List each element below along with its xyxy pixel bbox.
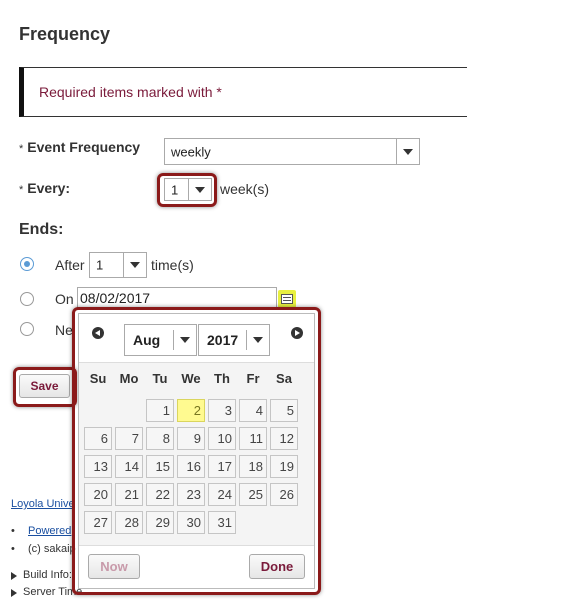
every-select[interactable]: 1 [164, 178, 212, 201]
calendar-day[interactable]: 16 [177, 455, 205, 478]
calendar-day[interactable]: 25 [239, 483, 267, 506]
expand-triangle-icon[interactable] [11, 589, 17, 597]
calendar-day[interactable]: 13 [84, 455, 112, 478]
calendar-icon[interactable] [278, 290, 296, 308]
done-button[interactable]: Done [249, 554, 305, 579]
ends-label: Ends: [19, 221, 64, 238]
weekday-header: Fr [246, 371, 260, 386]
institution-link[interactable]: Loyola Unive [11, 498, 75, 510]
every-value: 1 [171, 182, 179, 197]
calendar-day[interactable]: 8 [146, 427, 174, 450]
calendar-day[interactable]: 12 [270, 427, 298, 450]
calendar-day[interactable]: 15 [146, 455, 174, 478]
calendar-day[interactable]: 18 [239, 455, 267, 478]
every-unit: week(s) [220, 181, 270, 197]
calendar-day[interactable]: 11 [239, 427, 267, 450]
weekday-header: Mo [119, 371, 139, 386]
required-star: * [19, 184, 24, 196]
calendar-day[interactable]: 5 [270, 399, 298, 422]
next-month-icon[interactable] [291, 327, 303, 339]
chevron-down-icon [173, 330, 196, 350]
weekday-header: Th [214, 371, 230, 386]
calendar-day[interactable]: 21 [115, 483, 143, 506]
calendar-day[interactable]: 4 [239, 399, 267, 422]
calendar-day[interactable]: 14 [115, 455, 143, 478]
bullet: • [11, 525, 15, 537]
now-button[interactable]: Now [88, 554, 140, 579]
calendar-day[interactable]: 9 [177, 427, 205, 450]
calendar-day[interactable]: 23 [177, 483, 205, 506]
calendar-day[interactable]: 29 [146, 511, 174, 534]
ends-after-radio[interactable] [20, 257, 34, 271]
ends-after-count-select[interactable]: 1 [89, 252, 147, 278]
event-frequency-select[interactable]: weekly [164, 138, 420, 165]
calendar-day[interactable]: 26 [270, 483, 298, 506]
calendar-day[interactable]: 20 [84, 483, 112, 506]
calendar-day[interactable]: 31 [208, 511, 236, 534]
calendar-day[interactable]: 7 [115, 427, 143, 450]
required-notice-text: Required items marked with * [39, 84, 222, 100]
datepicker-footer: Now Done [79, 545, 314, 588]
powered-by-link[interactable]: Powered [28, 525, 71, 537]
every-label: * Every: [19, 180, 71, 196]
event-frequency-value: weekly [171, 144, 211, 159]
ends-never-label: Ne [55, 322, 73, 338]
calendar-day[interactable]: 19 [270, 455, 298, 478]
datepicker-header: Aug 2017 [79, 314, 314, 363]
calendar-day[interactable]: 17 [208, 455, 236, 478]
ends-on-label: On [55, 291, 74, 307]
page-title: Frequency [19, 24, 111, 44]
chevron-down-icon [123, 253, 146, 277]
weekday-header: We [181, 371, 201, 386]
month-select[interactable]: Aug [124, 324, 197, 356]
calendar-day[interactable]: 22 [146, 483, 174, 506]
weekday-header: Su [89, 371, 107, 386]
expand-triangle-icon[interactable] [11, 572, 17, 580]
copyright-text: (c) sakaip [28, 543, 76, 555]
ends-on-radio[interactable] [20, 292, 34, 306]
year-value: 2017 [207, 332, 239, 348]
weekday-header: Sa [276, 371, 292, 386]
bullet: • [11, 543, 15, 555]
ends-after-unit: time(s) [151, 257, 194, 273]
chevron-down-icon [396, 139, 419, 164]
year-select[interactable]: 2017 [198, 324, 270, 356]
weekday-header: Tu [152, 371, 168, 386]
required-star: * [19, 143, 24, 155]
calendar-day[interactable]: 30 [177, 511, 205, 534]
ends-after-label: After [55, 257, 85, 273]
event-frequency-label: * Event Frequency [19, 139, 141, 155]
ends-never-radio[interactable] [20, 322, 34, 336]
calendar-day[interactable]: 28 [115, 511, 143, 534]
chevron-down-icon [246, 330, 269, 350]
calendar-day-today[interactable]: 2 [177, 399, 205, 422]
calendar-day[interactable]: 3 [208, 399, 236, 422]
calendar-day[interactable]: 6 [84, 427, 112, 450]
calendar-day[interactable]: 10 [208, 427, 236, 450]
datepicker: Aug 2017 Su Mo Tu We Th Fr Sa 1 2 3 4 5 6 7 8 9 10 11 12 1… [78, 313, 315, 589]
chevron-down-icon [188, 179, 211, 200]
calendar-day[interactable]: 1 [146, 399, 174, 422]
prev-month-icon[interactable] [92, 327, 104, 339]
save-button[interactable]: Save [19, 374, 70, 398]
calendar-day[interactable]: 24 [208, 483, 236, 506]
required-notice: Required items marked with * [19, 67, 467, 117]
build-info-toggle[interactable]: Build Info: [23, 569, 72, 581]
calendar-day[interactable]: 27 [84, 511, 112, 534]
ends-on-date-input[interactable]: 08/02/2017 [77, 287, 277, 309]
ends-after-count-value: 1 [96, 257, 104, 273]
month-value: Aug [133, 332, 161, 348]
